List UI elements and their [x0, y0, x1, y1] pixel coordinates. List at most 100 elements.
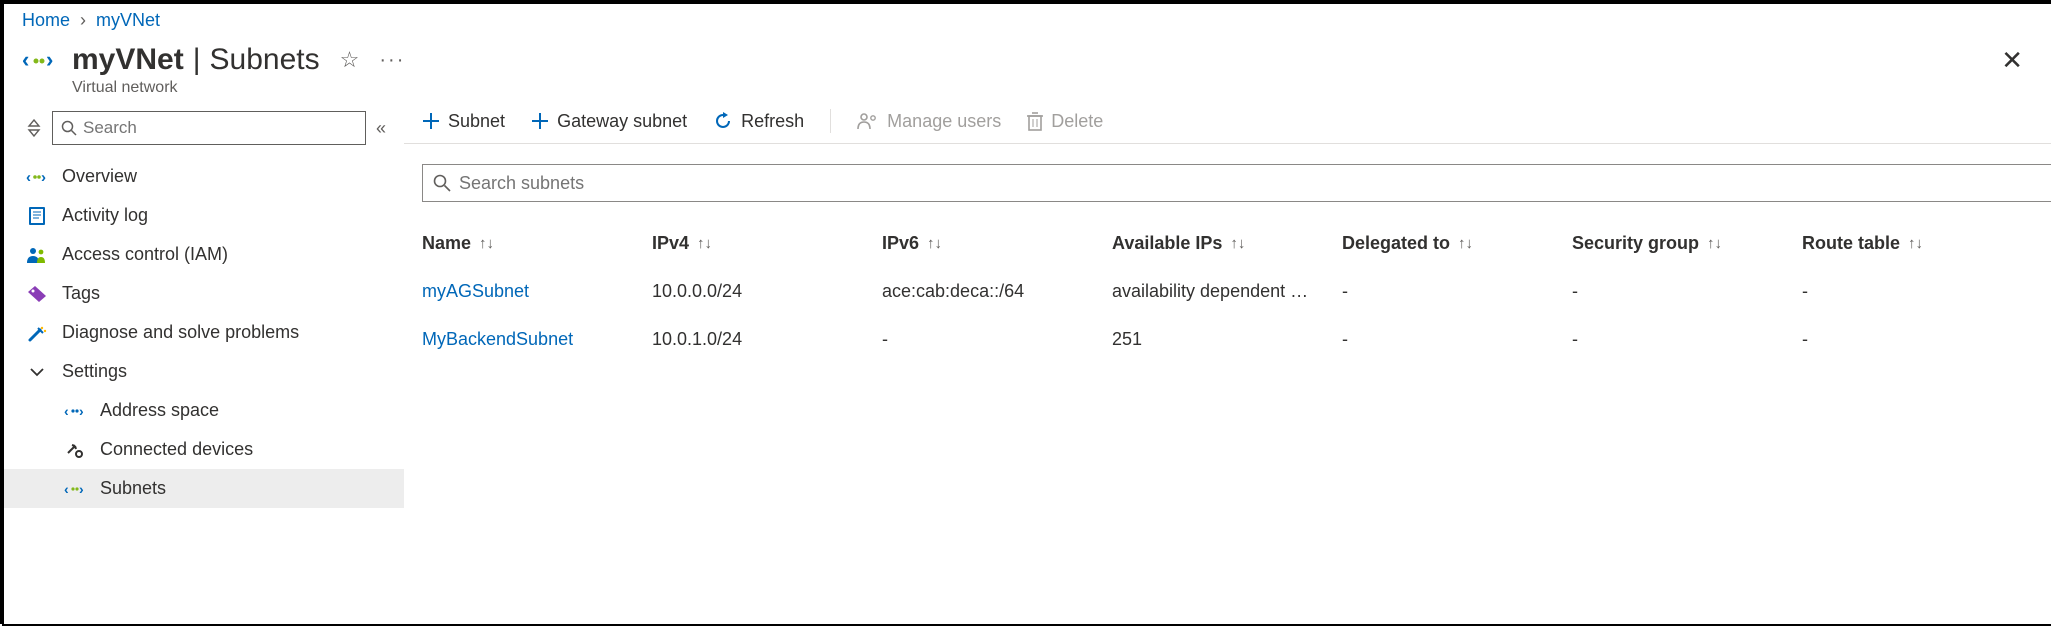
vnet-small-icon: ‹› — [26, 169, 48, 185]
table-row[interactable]: myAGSubnet 10.0.0.0/24 ace:cab:deca::/64… — [422, 268, 2051, 316]
cell-ipv4: 10.0.0.0/24 — [652, 281, 882, 302]
col-header-name[interactable]: Name↑↓ — [422, 233, 652, 254]
activity-log-icon — [26, 206, 48, 226]
connected-devices-icon — [64, 441, 86, 459]
chevron-down-icon — [26, 367, 48, 377]
breadcrumb-home[interactable]: Home — [22, 10, 70, 31]
tag-icon — [26, 285, 48, 303]
table-header-row: Name↑↓ IPv4↑↓ IPv6↑↓ Available IPs↑↓ Del… — [422, 220, 2051, 268]
cell-security: - — [1572, 329, 1802, 350]
sidebar: « ‹› Overview Activity log Access contro… — [4, 103, 404, 617]
vnet-icon: ‹ › — [22, 49, 56, 73]
col-header-route[interactable]: Route table↑↓ — [1802, 233, 2032, 254]
cell-available: availability dependent … — [1112, 281, 1342, 302]
people-icon — [26, 246, 48, 264]
breadcrumb-vnet[interactable]: myVNet — [96, 10, 160, 31]
cell-route: - — [1802, 281, 2032, 302]
search-icon — [61, 120, 77, 136]
sidebar-search-input[interactable] — [83, 118, 357, 138]
plus-icon — [531, 112, 549, 130]
cell-available: 251 — [1112, 329, 1342, 350]
address-space-icon: ‹› — [64, 404, 86, 418]
sidebar-item-activity-log[interactable]: Activity log — [4, 196, 404, 235]
sidebar-item-diagnose[interactable]: Diagnose and solve problems — [4, 313, 404, 352]
toolbar-label: Manage users — [887, 111, 1001, 132]
sidebar-item-access-control[interactable]: Access control (IAM) — [4, 235, 404, 274]
row-more-icon[interactable]: ··· — [2032, 279, 2051, 305]
refresh-button[interactable]: Refresh — [713, 111, 804, 132]
toolbar-separator — [830, 109, 831, 133]
sort-icon: ↑↓ — [1230, 235, 1245, 252]
toolbar-label: Gateway subnet — [557, 111, 687, 132]
svg-text:‹: ‹ — [64, 404, 69, 418]
page-title-divider: | — [189, 43, 205, 76]
sidebar-item-label: Settings — [62, 361, 127, 382]
sidebar-item-label: Activity log — [62, 205, 148, 226]
sidebar-expand-icon[interactable] — [26, 119, 42, 137]
svg-text:›: › — [79, 404, 84, 418]
sidebar-item-tags[interactable]: Tags — [4, 274, 404, 313]
search-icon — [433, 174, 451, 192]
toolbar-label: Subnet — [448, 111, 505, 132]
sort-icon: ↑↓ — [1458, 235, 1473, 252]
sidebar-search[interactable] — [52, 111, 366, 145]
add-gateway-subnet-button[interactable]: Gateway subnet — [531, 111, 687, 132]
sidebar-item-label: Access control (IAM) — [62, 244, 228, 265]
sort-icon: ↑↓ — [697, 235, 712, 252]
sort-icon: ↑↓ — [479, 235, 494, 252]
breadcrumb-separator: › — [80, 10, 86, 31]
col-header-security[interactable]: Security group↑↓ — [1572, 233, 1802, 254]
toolbar-label: Refresh — [741, 111, 804, 132]
diagnose-icon — [26, 323, 48, 343]
page-header: ‹ › myVNet | Subnets ☆ ··· Virtual netwo… — [4, 31, 2051, 103]
toolbar: Subnet Gateway subnet Refresh Manage use — [404, 103, 2051, 144]
sidebar-item-subnets[interactable]: ‹› Subnets — [4, 469, 404, 508]
sidebar-item-connected-devices[interactable]: Connected devices — [4, 430, 404, 469]
sidebar-item-label: Subnets — [100, 478, 166, 499]
delete-button: Delete — [1027, 111, 1103, 132]
plus-icon — [422, 112, 440, 130]
add-subnet-button[interactable]: Subnet — [422, 111, 505, 132]
people-icon — [857, 112, 879, 130]
svg-text:‹: ‹ — [26, 169, 31, 185]
page-subtitle: Virtual network — [72, 79, 405, 97]
sidebar-item-label: Overview — [62, 166, 137, 187]
subnet-name-link[interactable]: myAGSubnet — [422, 281, 652, 302]
cell-security: - — [1572, 281, 1802, 302]
sort-icon: ↑↓ — [1707, 235, 1722, 252]
page-title-sub: Subnets — [210, 43, 320, 76]
sidebar-item-overview[interactable]: ‹› Overview — [4, 157, 404, 196]
sidebar-item-label: Diagnose and solve problems — [62, 322, 299, 343]
svg-text:›: › — [46, 49, 53, 72]
cell-route: - — [1802, 329, 2032, 350]
subnets-icon: ‹› — [64, 482, 86, 496]
sidebar-item-settings[interactable]: Settings — [4, 352, 404, 391]
breadcrumb: Home › myVNet — [4, 4, 2051, 31]
subnet-name-link[interactable]: MyBackendSubnet — [422, 329, 652, 350]
cell-ipv6: ace:cab:deca::/64 — [882, 281, 1112, 302]
cell-ipv4: 10.0.1.0/24 — [652, 329, 882, 350]
row-more-icon[interactable]: ··· — [2032, 327, 2051, 353]
col-header-ipv4[interactable]: IPv4↑↓ — [652, 233, 882, 254]
favorite-star-icon[interactable]: ☆ — [340, 47, 360, 73]
subnet-table: Name↑↓ IPv4↑↓ IPv6↑↓ Available IPs↑↓ Del… — [422, 220, 2051, 364]
sidebar-item-label: Tags — [62, 283, 100, 304]
col-header-ipv6[interactable]: IPv6↑↓ — [882, 233, 1112, 254]
trash-icon — [1027, 111, 1043, 131]
col-header-available[interactable]: Available IPs↑↓ — [1112, 233, 1342, 254]
sort-icon: ↑↓ — [1908, 235, 1923, 252]
subnet-search[interactable] — [422, 164, 2051, 202]
sidebar-collapse-icon[interactable]: « — [376, 118, 386, 139]
cell-delegated: - — [1342, 329, 1572, 350]
subnet-search-input[interactable] — [459, 173, 2051, 194]
cell-delegated: - — [1342, 281, 1572, 302]
close-icon[interactable]: ✕ — [2001, 45, 2023, 76]
table-row[interactable]: MyBackendSubnet 10.0.1.0/24 - 251 - - - … — [422, 316, 2051, 364]
header-more-icon[interactable]: ··· — [379, 49, 405, 72]
sort-icon: ↑↓ — [927, 235, 942, 252]
main-panel: Subnet Gateway subnet Refresh Manage use — [404, 103, 2051, 617]
sidebar-item-address-space[interactable]: ‹› Address space — [4, 391, 404, 430]
col-header-delegated[interactable]: Delegated to↑↓ — [1342, 233, 1572, 254]
page-title-main: myVNet — [72, 43, 184, 76]
svg-text:‹: ‹ — [64, 482, 69, 496]
